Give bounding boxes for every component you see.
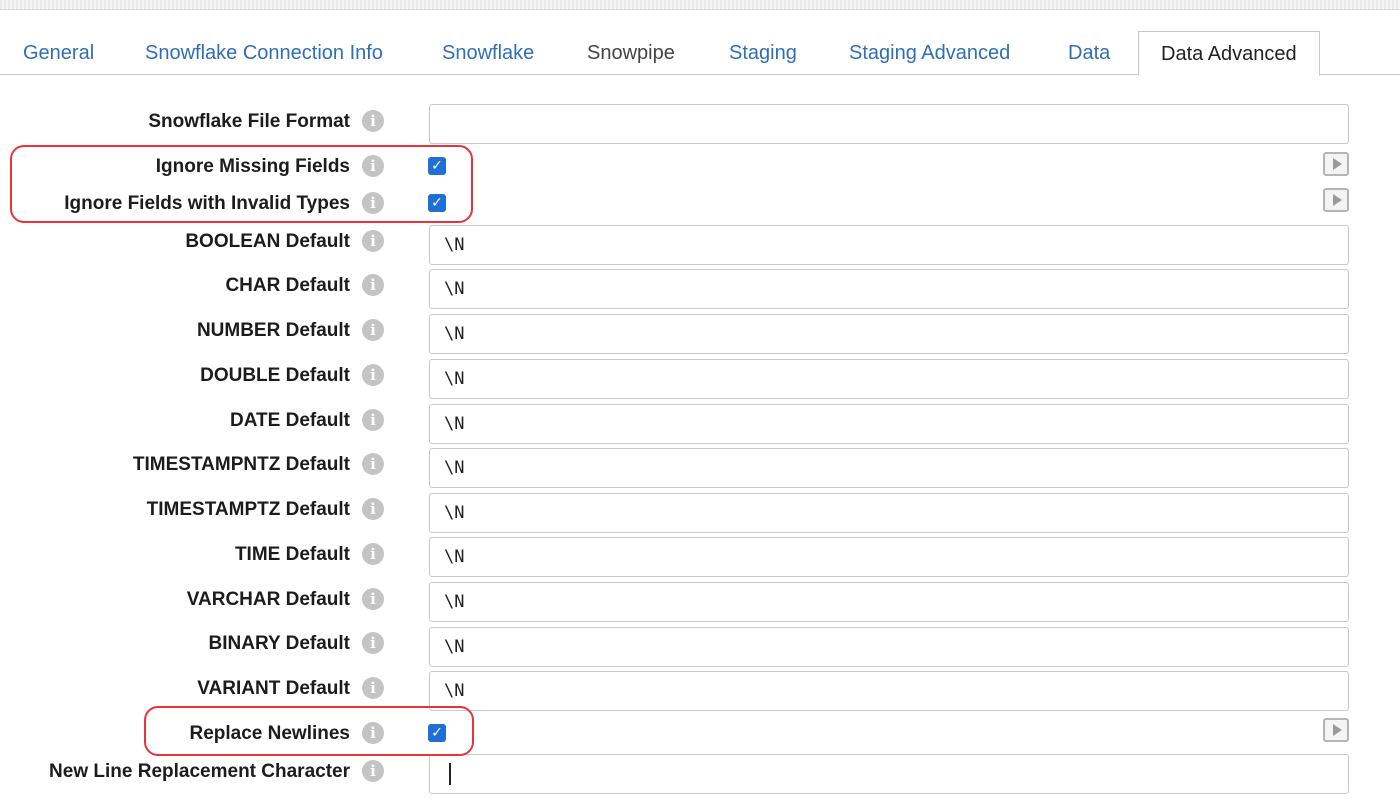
snowflake-file-format-input[interactable] (429, 104, 1349, 144)
highlight-ignore-options (10, 145, 473, 223)
binary-default-input[interactable]: \N (429, 627, 1349, 667)
info-icon[interactable]: i (362, 409, 384, 431)
snowflake-file-format-label: Snowflake File Format (148, 111, 350, 132)
info-icon[interactable]: i (362, 760, 384, 782)
play-icon[interactable] (1323, 152, 1349, 176)
info-icon[interactable]: i (362, 498, 384, 520)
text-caret (449, 763, 451, 785)
date-default-input[interactable]: \N (429, 404, 1349, 444)
tab-data[interactable]: Data (1068, 31, 1110, 75)
variant-default-label: VARIANT Default (197, 678, 350, 699)
tab-snowflake[interactable]: Snowflake (442, 31, 534, 75)
timestamptz-default-label: TIMESTAMPTZ Default (146, 499, 350, 520)
info-icon[interactable]: i (362, 588, 384, 610)
tab-bar: General Snowflake Connection Info Snowfl… (0, 31, 1400, 76)
double-default-input[interactable]: \N (429, 359, 1349, 399)
char-default-input[interactable]: \N (429, 269, 1349, 309)
highlight-replace-newlines (144, 706, 474, 756)
timestampntz-default-label: TIMESTAMPNTZ Default (132, 454, 350, 475)
char-default-label: CHAR Default (225, 275, 350, 296)
boolean-default-label: BOOLEAN Default (185, 231, 350, 252)
newline-replacement-input[interactable] (429, 754, 1349, 794)
tab-general[interactable]: General (23, 31, 94, 75)
variant-default-input[interactable]: \N (429, 671, 1349, 711)
info-icon[interactable]: i (362, 364, 384, 386)
info-icon[interactable]: i (362, 677, 384, 699)
timestamptz-default-input[interactable]: \N (429, 493, 1349, 533)
info-icon[interactable]: i (362, 230, 384, 252)
newline-replacement-label: New Line Replacement Character (49, 761, 350, 782)
varchar-default-input[interactable]: \N (429, 582, 1349, 622)
time-default-label: TIME Default (234, 544, 350, 565)
double-default-label: DOUBLE Default (200, 365, 350, 386)
binary-default-label: BINARY Default (208, 633, 350, 654)
timestampntz-default-input[interactable]: \N (429, 448, 1349, 488)
tab-data-advanced[interactable]: Data Advanced (1138, 31, 1320, 76)
play-icon[interactable] (1323, 718, 1349, 742)
tab-snowflake-connection-info[interactable]: Snowflake Connection Info (145, 31, 383, 75)
info-icon[interactable]: i (362, 453, 384, 475)
play-icon[interactable] (1323, 188, 1349, 212)
tab-staging[interactable]: Staging (729, 31, 797, 75)
number-default-label: NUMBER Default (196, 320, 350, 341)
info-icon[interactable]: i (362, 110, 384, 132)
tab-staging-advanced[interactable]: Staging Advanced (849, 31, 1010, 75)
varchar-default-label: VARCHAR Default (186, 589, 350, 610)
info-icon[interactable]: i (362, 543, 384, 565)
boolean-default-input[interactable]: \N (429, 225, 1349, 265)
info-icon[interactable]: i (362, 632, 384, 654)
info-icon[interactable]: i (362, 319, 384, 341)
info-icon[interactable]: i (362, 274, 384, 296)
date-default-label: DATE Default (230, 410, 350, 431)
top-toolbar-strip (0, 0, 1400, 10)
number-default-input[interactable]: \N (429, 314, 1349, 354)
tab-snowpipe[interactable]: Snowpipe (587, 31, 675, 75)
time-default-input[interactable]: \N (429, 537, 1349, 577)
